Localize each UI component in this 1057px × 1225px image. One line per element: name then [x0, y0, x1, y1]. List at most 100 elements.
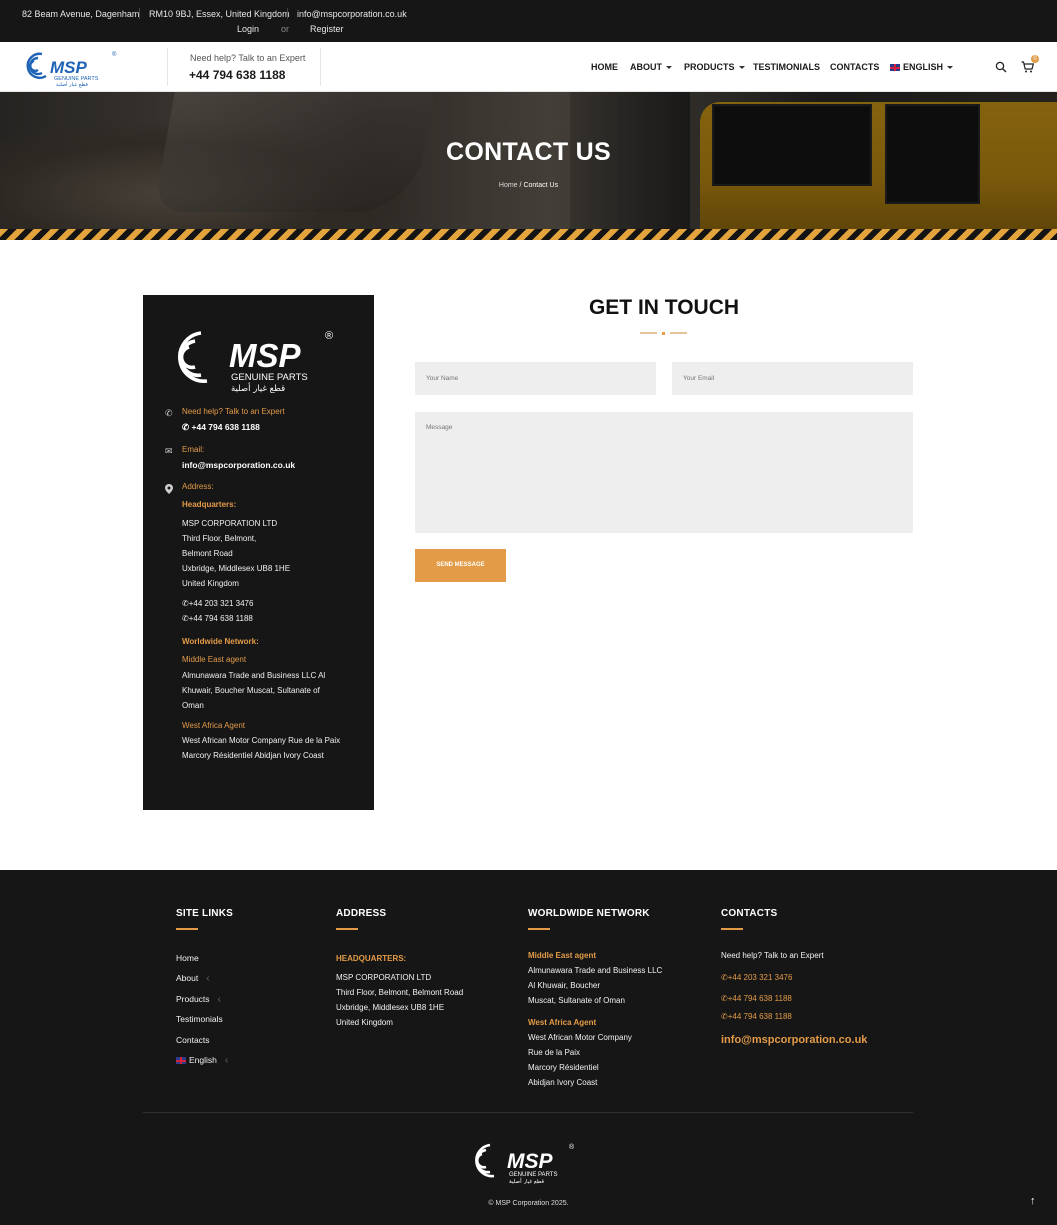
footer-link-language-label: English	[189, 1055, 217, 1065]
header-help-label: Need help? Talk to an Expert	[190, 53, 306, 63]
topbar-address-street: 82 Beam Avenue, Dagenham	[22, 9, 140, 19]
logo-arabic: قطع غيار أصلية	[56, 81, 88, 88]
footer-whatsapp-number: +44 794 638 1188	[727, 1012, 792, 1021]
card-phone-1[interactable]: ✆+44 203 321 3476	[182, 596, 253, 611]
footer-email-link[interactable]: info@mspcorporation.co.uk	[721, 1034, 867, 1046]
address-line: Muscat, Sultanate of Oman	[528, 996, 625, 1005]
phone-icon: ✆	[182, 614, 189, 623]
address-line: Third Floor, Belmont,	[182, 534, 257, 543]
whatsapp-icon: ✆	[721, 1012, 728, 1021]
footer-link-home[interactable]: Home	[176, 953, 199, 963]
address-line: Rue de la Paix	[528, 1048, 581, 1057]
card-email-link[interactable]: info@mspcorporation.co.uk	[182, 460, 295, 470]
breadcrumb-home[interactable]: Home	[499, 182, 518, 189]
address-line: West African Motor Company Rue de la Pai…	[182, 736, 341, 745]
card-phone-2[interactable]: ✆+44 794 638 1188	[182, 611, 253, 626]
cart-count-badge: 0	[1031, 55, 1039, 63]
heading-underline	[528, 928, 550, 930]
footer-phone-2[interactable]: ✆+44 794 638 1188	[721, 994, 792, 1003]
footer-link-testimonials[interactable]: Testimonials	[176, 1014, 223, 1024]
card-logo: MSP GENUINE PARTS قطع غيار أصلية ®	[178, 330, 333, 393]
card-help-phone-number: +44 794 638 1188	[191, 422, 260, 432]
address-line: Third Floor, Belmont, Belmont Road	[336, 988, 464, 997]
footer-wa-label: West Africa Agent	[528, 1018, 597, 1027]
divider	[287, 8, 288, 19]
address-line: Marcory Résidentiel Abidjan Ivory Coast	[182, 751, 324, 760]
card-phone-2-number: +44 794 638 1188	[188, 614, 253, 623]
address-line: Oman	[182, 701, 204, 710]
card-logo-arabic: قطع غيار أصلية	[231, 382, 285, 393]
main-header: MSP GENUINE PARTS قطع غيار أصلية ® Need …	[0, 42, 1057, 92]
footer-hq-label: HEADQUARTERS:	[336, 954, 407, 963]
nav-language[interactable]: ENGLISH	[890, 62, 954, 72]
uk-flag-icon	[176, 1057, 186, 1065]
footer-link-products[interactable]: Products ‹	[176, 994, 221, 1005]
address-line: Belmont Road	[182, 549, 233, 558]
footer-hq-address: MSP CORPORATION LTD Third Floor, Belmont…	[336, 970, 463, 1030]
card-me-address: Almunawara Trade and Business LLC Al Khu…	[182, 668, 325, 713]
title-underline-left	[640, 332, 657, 334]
uk-flag-icon	[890, 64, 900, 72]
footer-address-title: ADDRESS	[336, 908, 387, 919]
nav-home[interactable]: HOME	[591, 62, 618, 72]
site-logo[interactable]: MSP GENUINE PARTS قطع غيار أصلية ®	[24, 46, 120, 88]
topbar-address-city: RM10 9BJ, Essex, United Kingdom	[149, 9, 290, 19]
card-network-label: Worldwide Network:	[182, 637, 259, 646]
logo-wordmark: MSP	[50, 58, 88, 77]
footer-link-contacts[interactable]: Contacts	[176, 1035, 210, 1045]
copyright: © MSP Corporation 2025.	[488, 1200, 569, 1207]
email-input[interactable]	[672, 362, 913, 395]
breadcrumb-separator: /	[519, 182, 522, 189]
contact-info-card: MSP GENUINE PARTS قطع غيار أصلية ® ✆ Nee…	[143, 295, 374, 810]
nav-contacts[interactable]: CONTACTS	[830, 62, 879, 72]
address-line: Khuwair, Boucher Muscat, Sultanate of	[182, 686, 320, 695]
footer-logo[interactable]: MSP GENUINE PARTS قطع غيار أصلية ®	[471, 1140, 579, 1184]
footer-link-products-label: Products	[176, 994, 210, 1004]
chevron-left-icon: ‹	[224, 1055, 229, 1066]
address-line: Marcory Résidentiel	[528, 1063, 599, 1072]
nav-about[interactable]: ABOUT	[630, 62, 672, 72]
divider	[167, 48, 168, 86]
card-me-label: Middle East agent	[182, 655, 247, 664]
card-logo-registered: ®	[325, 330, 333, 342]
nav-products[interactable]: PRODUCTS	[684, 62, 745, 72]
heading-underline	[176, 928, 198, 930]
address-line: Uxbridge, Middlesex UB8 1HE	[336, 1003, 445, 1012]
address-line: Almunawara Trade and Business LLC Al	[182, 671, 326, 680]
card-help-phone[interactable]: ✆ +44 794 638 1188	[182, 422, 260, 433]
site-footer: SITE LINKS Home About ‹ Products ‹ Testimo…	[0, 870, 1057, 1225]
card-logo-wordmark: MSP	[229, 337, 302, 374]
register-link[interactable]: Register	[310, 24, 344, 34]
message-textarea[interactable]	[415, 412, 913, 533]
hero-banner: CONTACT US Home / Contact Us	[0, 92, 1057, 240]
footer-phone-1[interactable]: ✆+44 203 321 3476	[721, 973, 792, 982]
send-message-button[interactable]: SEND MESSAGE	[415, 549, 506, 582]
address-line: West African Motor Company	[528, 1033, 632, 1042]
name-input[interactable]	[415, 362, 656, 395]
heading-underline	[721, 928, 743, 930]
cart-icon[interactable]	[1021, 61, 1034, 73]
nav-testimonials[interactable]: TESTIMONIALS	[753, 62, 820, 72]
address-line: Uxbridge, Middlesex UB8 1HE	[182, 564, 291, 573]
footer-me-label: Middle East agent	[528, 951, 597, 960]
footer-logo-subtitle: GENUINE PARTS	[509, 1172, 557, 1178]
phone-icon: ✆	[165, 408, 173, 418]
envelope-icon: ✉	[165, 446, 173, 456]
footer-link-about[interactable]: About ‹	[176, 973, 210, 984]
topbar-email-link[interactable]: info@mspcorporation.co.uk	[297, 9, 407, 19]
nav-language-label: ENGLISH	[903, 62, 944, 72]
header-help-phone[interactable]: +44 794 638 1188	[189, 68, 285, 82]
caret-down-icon	[738, 66, 745, 70]
footer-whatsapp[interactable]: ✆+44 794 638 1188	[721, 1012, 792, 1021]
footer-wa-address: West African Motor Company Rue de la Pai…	[528, 1030, 632, 1090]
card-help-label: Need help? Talk to an Expert	[182, 407, 285, 416]
footer-link-language[interactable]: English ‹	[176, 1055, 228, 1066]
address-line: MSP CORPORATION LTD	[336, 973, 432, 982]
search-icon[interactable]	[995, 61, 1007, 73]
back-to-top-arrow-icon[interactable]: ↑	[1030, 1195, 1036, 1207]
footer-network-title: WORLDWIDE NETWORK	[528, 908, 650, 919]
footer-divider	[143, 1112, 913, 1113]
card-phone-1-number: +44 203 321 3476	[188, 599, 254, 608]
footer-contacts-title: CONTACTS	[721, 908, 778, 919]
login-link[interactable]: Login	[237, 24, 259, 34]
